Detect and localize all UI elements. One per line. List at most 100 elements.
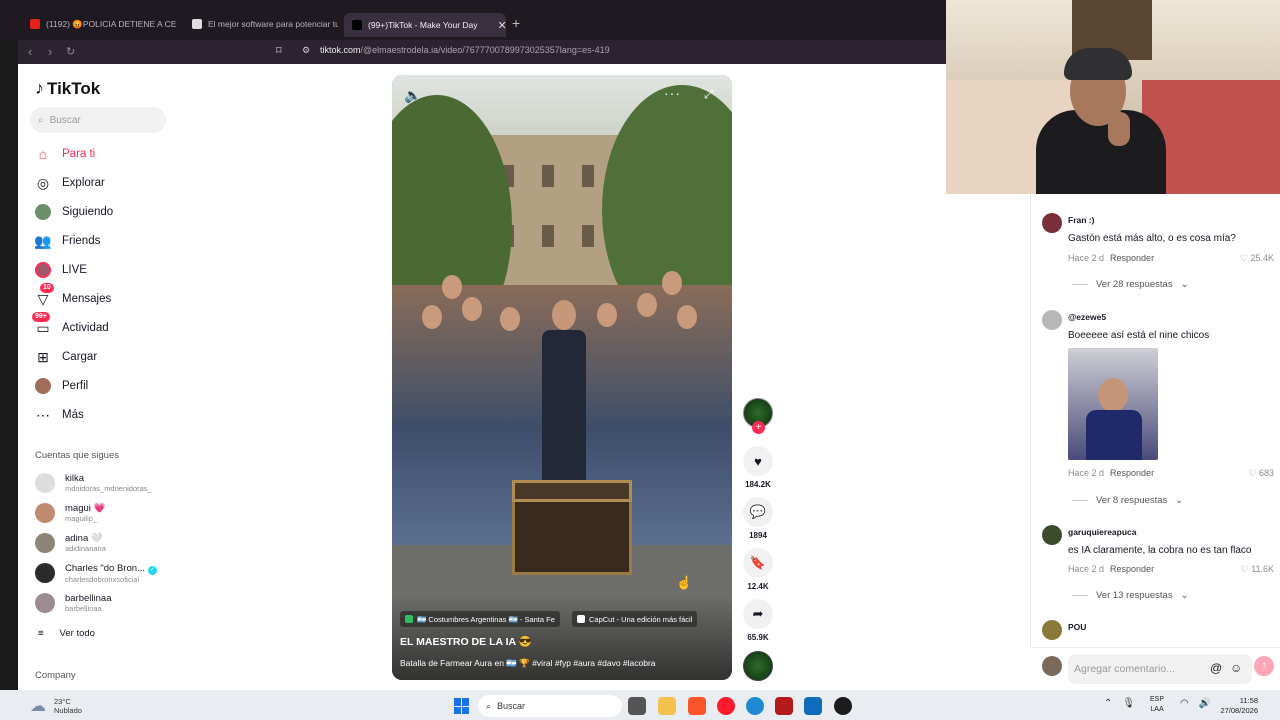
tab-youtube[interactable]: (1192) 😡POLICIA DETIENE A CEVIC — [30, 14, 176, 34]
search-input[interactable]: ⌕ Buscar — [30, 107, 166, 133]
nav-siguiendo[interactable]: Siguiendo — [34, 201, 113, 223]
nav-perfil[interactable]: Perfil — [34, 375, 88, 397]
app-icon[interactable] — [834, 697, 852, 715]
avatar — [35, 473, 55, 493]
nav-actividad[interactable]: ▭ 99+ Actividad — [32, 312, 109, 339]
view-replies-button[interactable]: Ver 28 respuestas ⌄ — [1072, 279, 1189, 290]
brave-browser-icon[interactable] — [688, 697, 706, 715]
search-icon: ⌕ — [486, 700, 492, 711]
comment-likes[interactable]: ♡ 25.4K — [1240, 253, 1274, 264]
reply-link[interactable]: Responder — [1110, 564, 1154, 574]
comment-user[interactable]: @ezewe5 — [1068, 312, 1106, 322]
app-icon[interactable] — [775, 697, 793, 715]
clock[interactable]: 11:58 27/08/2026 — [1214, 696, 1258, 716]
comment-meta: Hace 2 d Responder — [1068, 468, 1155, 478]
taskbar-search[interactable]: ⌕ Buscar — [478, 695, 622, 717]
reload-icon[interactable]: ↻ — [66, 45, 75, 58]
comment-meta: Hace 2 d Responder — [1068, 253, 1155, 263]
home-icon: ⌂ — [38, 146, 48, 162]
comment-likes[interactable]: ♡ 11.6K — [1241, 564, 1274, 575]
comment-image[interactable] — [1068, 348, 1158, 460]
video-author-title[interactable]: EL MAESTRO DE LA IA 😎 — [400, 635, 532, 648]
comment-input[interactable]: Agregar comentario... @ ☺ — [1068, 654, 1252, 684]
avatar[interactable] — [1042, 213, 1062, 233]
new-tab-button[interactable]: + — [512, 15, 520, 31]
volume-icon[interactable]: 🔈 — [404, 87, 421, 104]
comment-button[interactable]: 💬 1894 — [742, 497, 774, 540]
company-link[interactable]: Company — [35, 670, 76, 681]
video-player[interactable]: 🔈 ··· ⤢ 🇦🇷 Costumbres Argentinas 🇦🇷 - Sa… — [392, 75, 732, 680]
view-replies-button[interactable]: Ver 13 respuestas ⌄ — [1072, 590, 1189, 601]
share-button[interactable]: ➦ 65.9K — [742, 599, 774, 642]
comment-user[interactable]: garuquiereapuca — [1068, 527, 1137, 537]
nav-mensajes[interactable]: ▽ 10 Mensajes — [34, 283, 111, 310]
fullscreen-icon[interactable]: ⤢ — [704, 87, 714, 102]
site-settings-icon[interactable]: ⚙ — [302, 45, 310, 56]
profile-icon — [34, 377, 52, 395]
avatar[interactable] — [1042, 620, 1062, 640]
task-view-icon[interactable] — [628, 697, 646, 715]
save-button[interactable]: 🔖 12.4K — [742, 548, 774, 591]
account-item[interactable]: magui 💗 maguilip_ — [35, 501, 105, 525]
reply-link[interactable]: Responder — [1110, 253, 1154, 263]
tab-software[interactable]: El mejor software para potenciar tu — [192, 14, 338, 34]
opera-icon[interactable] — [717, 697, 735, 715]
compass-icon: ◎ — [36, 174, 50, 191]
status-icons[interactable]: ◠ 🔊 — [1180, 698, 1211, 709]
account-item[interactable]: barbellinaa barbellinaa — [35, 591, 111, 615]
account-handle: barbellinaa — [65, 604, 102, 613]
sound-disc-icon[interactable] — [743, 651, 773, 681]
share-icon: ➦ — [743, 599, 773, 629]
tab-label: (99+)TikTok - Make Your Day — [368, 20, 478, 30]
chip-label: 🇦🇷 Costumbres Argentinas 🇦🇷 - Santa Fe — [417, 614, 555, 624]
reply-link[interactable]: Responder — [1110, 468, 1154, 478]
avatar[interactable] — [1042, 310, 1062, 330]
see-all-link[interactable]: ≡ Ver todo — [38, 628, 95, 639]
location-chip[interactable]: 🇦🇷 Costumbres Argentinas 🇦🇷 - Santa Fe — [400, 611, 560, 627]
account-item[interactable]: adina 🤍 adidinanana — [35, 531, 106, 555]
avatar[interactable] — [1042, 525, 1062, 545]
share-count: 65.9K — [747, 633, 769, 642]
back-icon[interactable]: ‹ — [28, 44, 32, 59]
capcut-chip[interactable]: CapCut - Una edición más fácil — [572, 611, 698, 627]
like-button[interactable]: ♥ 184.2K — [742, 446, 774, 489]
more-options-icon[interactable]: ··· — [664, 85, 681, 101]
nav-para-ti[interactable]: ⌂ Para ti — [34, 143, 95, 165]
account-name: barbellinaa — [65, 593, 112, 604]
tiktok-page: ♪ TikTok ⌕ Buscar ⌂ Para ti ◎ Explorar S… — [18, 64, 1020, 690]
nav-cargar[interactable]: ⊞ Cargar — [34, 346, 97, 368]
account-item[interactable]: kilka mdnidoras_mdnenidoras_ — [35, 471, 152, 495]
nav-explorar[interactable]: ◎ Explorar — [34, 172, 105, 194]
nav-mas[interactable]: ⋯ Más — [34, 404, 84, 426]
bookmark-icon[interactable]: ⌑ — [276, 44, 282, 57]
send-button[interactable]: ↑ — [1254, 656, 1274, 676]
store-icon[interactable] — [804, 697, 822, 715]
tab-tiktok[interactable]: (99+)TikTok - Make Your Day ✕ — [344, 13, 506, 37]
comment-user[interactable]: Fran :) — [1068, 215, 1094, 225]
account-item[interactable]: Charles "do Bron... ✓ charlesdobronxsofici… — [35, 561, 157, 585]
weather-widget[interactable]: ☁ 23°C Nublado — [30, 696, 82, 716]
edge-icon[interactable] — [746, 697, 764, 715]
mention-icon[interactable]: @ — [1210, 661, 1222, 675]
list-icon: ≡ — [38, 628, 44, 639]
comment-likes[interactable]: ♡ 683 — [1248, 468, 1274, 479]
tiktok-logo[interactable]: ♪ TikTok — [35, 78, 100, 99]
forward-icon[interactable]: › — [48, 44, 52, 59]
nav-live[interactable]: LIVE — [34, 259, 87, 281]
comment-user[interactable]: POU — [1068, 622, 1086, 632]
follow-plus-icon[interactable]: + — [752, 421, 765, 434]
close-tab-icon[interactable]: ✕ — [498, 19, 506, 32]
view-replies-button[interactable]: Ver 8 respuestas ⌄ — [1072, 495, 1183, 506]
address-bar: ‹ › ↻ ⌑ ⚙ tiktok.com/@elmaestrodela.ia/v… — [18, 40, 946, 64]
comment-placeholder: Agregar comentario... — [1074, 663, 1175, 675]
nav-friends[interactable]: 👥 Friends — [34, 230, 100, 252]
nav-label: Siguiendo — [62, 206, 114, 218]
wifi-icon: ◠ — [1180, 698, 1189, 709]
start-button[interactable] — [454, 698, 470, 714]
emoji-icon[interactable]: ☺ — [1230, 661, 1242, 675]
url-field[interactable]: tiktok.com/@elmaestrodela.ia/video/76777… — [320, 45, 610, 55]
file-explorer-icon[interactable] — [658, 697, 676, 715]
nav-label: Friends — [62, 235, 101, 247]
language-indicator[interactable]: ESP LAA — [1150, 695, 1164, 715]
system-tray[interactable]: ⌃ 🎙 — [1104, 698, 1135, 709]
